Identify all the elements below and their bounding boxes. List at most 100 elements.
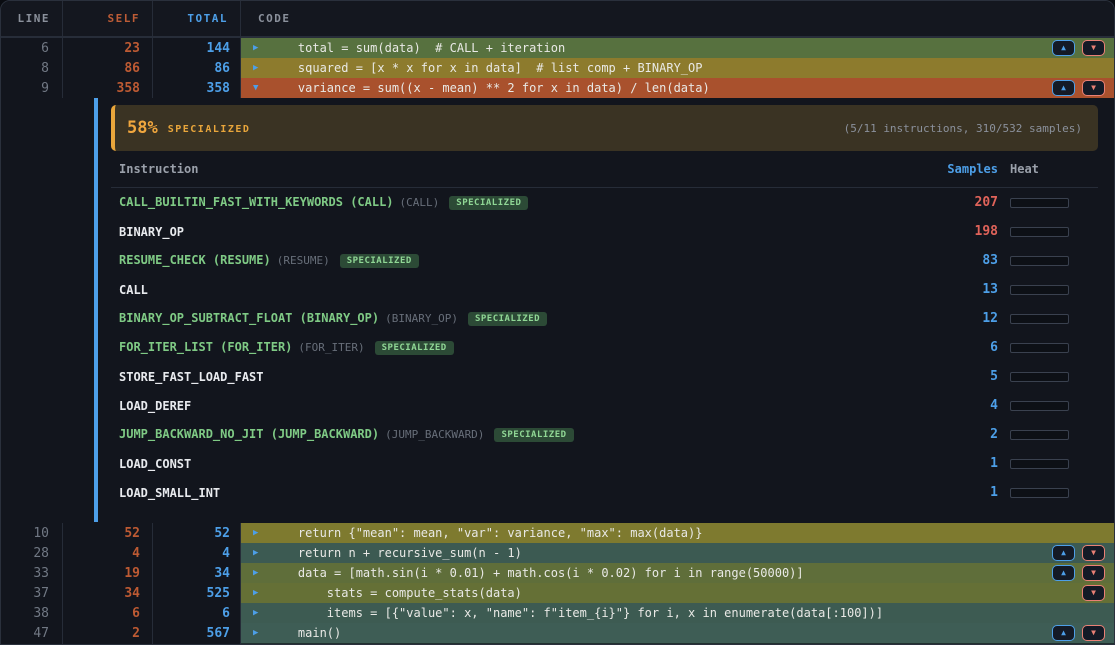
code-text: items = [{"value": x, "name": f"item_{i}…: [269, 603, 1114, 623]
specialized-badge: SPECIALIZED: [340, 254, 419, 268]
instruction-row: FOR_ITER_LIST (FOR_ITER) (FOR_ITER) SPECIA…: [111, 333, 1098, 362]
jump-down-button[interactable]: ▼: [1082, 625, 1105, 641]
heat-bar: [1010, 401, 1069, 411]
row-nav-buttons: ▼: [1082, 585, 1114, 601]
code-row-line-38: 38 6 6 ▶ items = [{"value": x, "name": f…: [1, 603, 1114, 623]
jump-up-button[interactable]: ▲: [1052, 40, 1075, 56]
jump-up-button[interactable]: ▲: [1052, 80, 1075, 96]
code-cell[interactable]: ▶ return {"mean": mean, "var": variance,…: [241, 523, 1114, 544]
heat-bar: [1010, 198, 1069, 208]
expand-expanded-icon[interactable]: ▼: [253, 83, 269, 93]
instruction-row: LOAD_SMALL_INT 1: [111, 478, 1098, 507]
sample-count: 207: [926, 195, 998, 210]
instruction-row: JUMP_BACKWARD_NO_JIT (JUMP_BACKWARD)(JUM…: [111, 420, 1098, 449]
sample-count: 13: [926, 282, 998, 297]
instruction-name: LOAD_SMALL_INT: [119, 486, 220, 500]
row-nav-buttons: ▲ ▼: [1052, 40, 1114, 56]
code-text: stats = compute_stats(data): [269, 583, 1082, 603]
instruction-row: STORE_FAST_LOAD_FAST 5: [111, 362, 1098, 391]
expand-collapsed-icon[interactable]: ▶: [253, 43, 269, 53]
jump-down-button[interactable]: ▼: [1082, 565, 1105, 581]
specialization-summary: (5/11 instructions, 310/532 samples): [844, 122, 1082, 135]
expand-collapsed-icon[interactable]: ▶: [253, 528, 269, 538]
jump-down-button[interactable]: ▼: [1082, 545, 1105, 561]
sample-count: 5: [926, 369, 998, 384]
code-cell[interactable]: ▶ items = [{"value": x, "name": f"item_{…: [241, 603, 1114, 624]
line-number: 33: [1, 563, 63, 584]
heat-bar: [1010, 285, 1069, 295]
code-text: return {"mean": mean, "var": variance, "…: [269, 523, 1114, 543]
heat-bar: [1010, 256, 1069, 266]
code-row-line-8: 8 86 86 ▶ squared = [x * x for x in data…: [1, 58, 1114, 78]
total-samples: 525: [153, 583, 241, 604]
self-samples: 2: [63, 623, 153, 644]
heat-bar: [1010, 430, 1069, 440]
code-row-line-6: 6 23 144 ▶ total = sum(data) # CALL + it…: [1, 38, 1114, 58]
code-cell[interactable]: ▶ return n + recursive_sum(n - 1) ▲ ▼: [241, 543, 1114, 564]
specialized-badge: SPECIALIZED: [468, 312, 547, 326]
line-number: 37: [1, 583, 63, 604]
row-nav-buttons: ▲ ▼: [1052, 545, 1114, 561]
instruction-name: BINARY_OP_SUBTRACT_FLOAT (BINARY_OP): [119, 311, 379, 325]
specialized-badge: SPECIALIZED: [375, 341, 454, 355]
code-text: variance = sum((x - mean) ** 2 for x in …: [269, 78, 1052, 98]
code-cell[interactable]: ▼ variance = sum((x - mean) ** 2 for x i…: [241, 78, 1114, 99]
line-number: 9: [1, 78, 63, 99]
specialized-percent: 58%: [127, 118, 158, 138]
code-cell[interactable]: ▶ total = sum(data) # CALL + iteration ▲…: [241, 38, 1114, 59]
instruction-name: RESUME_CHECK (RESUME): [119, 253, 271, 267]
jump-up-button[interactable]: ▲: [1052, 565, 1075, 581]
column-header-heat[interactable]: Heat: [1010, 162, 1070, 176]
heat-bar: [1010, 488, 1069, 498]
code-row-line-28: 28 4 4 ▶ return n + recursive_sum(n - 1)…: [1, 543, 1114, 563]
column-header-line[interactable]: LINE: [1, 1, 63, 36]
sample-count: 1: [926, 456, 998, 471]
specialized-label: SPECIALIZED: [168, 124, 251, 135]
self-samples: 86: [63, 58, 153, 79]
sample-count: 6: [926, 340, 998, 355]
expand-collapsed-icon[interactable]: ▶: [253, 568, 269, 578]
jump-down-button[interactable]: ▼: [1082, 80, 1105, 96]
instruction-row: LOAD_DEREF 4: [111, 391, 1098, 420]
sample-count: 83: [926, 253, 998, 268]
specialized-badge: SPECIALIZED: [449, 196, 528, 210]
instruction-family: (BINARY_OP): [385, 312, 458, 325]
code-text: data = [math.sin(i * 0.01) + math.cos(i …: [269, 563, 1052, 583]
column-header-self[interactable]: SELF: [63, 1, 153, 36]
line-number: 38: [1, 603, 63, 624]
column-header-code[interactable]: CODE: [241, 1, 1114, 36]
line-number: 8: [1, 58, 63, 79]
instruction-name: STORE_FAST_LOAD_FAST: [119, 370, 264, 384]
expansion-indent-guide: [94, 98, 98, 522]
code-row-line-37: 37 34 525 ▶ stats = compute_stats(data) …: [1, 583, 1114, 603]
self-samples: 358: [63, 78, 153, 99]
instruction-family: (CALL): [400, 196, 440, 209]
self-samples: 4: [63, 543, 153, 564]
expand-collapsed-icon[interactable]: ▶: [253, 608, 269, 618]
heat-bar: [1010, 372, 1069, 382]
self-samples: 23: [63, 38, 153, 59]
total-samples: 52: [153, 523, 241, 544]
column-header-samples[interactable]: Samples: [926, 162, 998, 176]
code-cell[interactable]: ▶ stats = compute_stats(data) ▼: [241, 583, 1114, 604]
self-samples: 19: [63, 563, 153, 584]
code-cell[interactable]: ▶ squared = [x * x for x in data] # list…: [241, 58, 1114, 79]
instruction-family: (FOR_ITER): [298, 341, 364, 354]
instruction-family: (JUMP_BACKWARD): [385, 428, 484, 441]
jump-up-button[interactable]: ▲: [1052, 545, 1075, 561]
specialization-banner: 58% SPECIALIZED (5/11 instructions, 310/…: [111, 105, 1098, 151]
column-header-total[interactable]: TOTAL: [153, 1, 241, 36]
heat-bar: [1010, 343, 1069, 353]
line-number: 10: [1, 523, 63, 544]
column-header-instruction[interactable]: Instruction: [119, 162, 914, 176]
jump-down-button[interactable]: ▼: [1082, 40, 1105, 56]
jump-up-button[interactable]: ▲: [1052, 625, 1075, 641]
expand-collapsed-icon[interactable]: ▶: [253, 628, 269, 638]
code-cell[interactable]: ▶ data = [math.sin(i * 0.01) + math.cos(…: [241, 563, 1114, 584]
expand-collapsed-icon[interactable]: ▶: [253, 548, 269, 558]
instruction-name: FOR_ITER_LIST (FOR_ITER): [119, 340, 292, 354]
expand-collapsed-icon[interactable]: ▶: [253, 63, 269, 73]
code-cell[interactable]: ▶ main() ▲ ▼: [241, 623, 1114, 644]
jump-down-button[interactable]: ▼: [1082, 585, 1105, 601]
expand-collapsed-icon[interactable]: ▶: [253, 588, 269, 598]
